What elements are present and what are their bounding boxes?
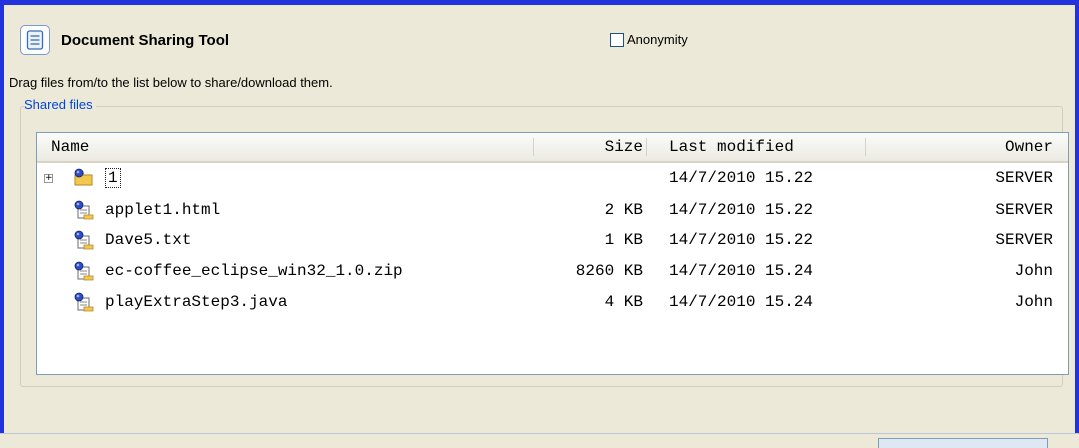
shared-file-icon bbox=[73, 230, 95, 250]
file-owner: SERVER bbox=[995, 231, 1053, 249]
file-name[interactable]: applet1.html bbox=[105, 195, 220, 225]
column-header-modified[interactable]: Last modified bbox=[669, 133, 794, 161]
file-size: 4 KB bbox=[604, 293, 643, 311]
table-header: Name Size Last modified Owner bbox=[37, 133, 1068, 163]
shared-file-icon bbox=[73, 292, 95, 312]
document-icon bbox=[20, 25, 50, 55]
file-modified: 14/7/2010 15.24 bbox=[669, 262, 814, 280]
status-bar-widget[interactable] bbox=[878, 438, 1048, 448]
shared-folder-icon bbox=[73, 168, 95, 188]
file-size: 2 KB bbox=[604, 201, 643, 219]
column-header-name[interactable]: Name bbox=[51, 133, 89, 161]
file-owner: John bbox=[1014, 293, 1053, 311]
file-owner: SERVER bbox=[995, 201, 1053, 219]
file-size: 8260 KB bbox=[575, 262, 643, 280]
app-title: Document Sharing Tool bbox=[61, 31, 230, 49]
file-owner: John bbox=[1014, 262, 1053, 280]
shared-files-list[interactable]: Name Size Last modified Owner + 1 14/7/2… bbox=[36, 132, 1069, 375]
file-name: 1 bbox=[105, 163, 121, 193]
shared-file-icon bbox=[73, 261, 95, 281]
expand-icon[interactable]: + bbox=[44, 174, 53, 183]
app-header: Document Sharing Tool bbox=[20, 25, 229, 55]
file-size: 1 KB bbox=[604, 231, 643, 249]
file-name[interactable]: playExtraStep3.java bbox=[105, 287, 287, 317]
table-row[interactable]: applet1.html 2 KB 14/7/2010 15.22 SERVER bbox=[37, 195, 1068, 225]
table-row[interactable]: ec-coffee_eclipse_win32_1.0.zip 8260 KB … bbox=[37, 256, 1068, 286]
shared-file-icon bbox=[73, 200, 95, 220]
application-window: Document Sharing Tool Anonymity Drag fil… bbox=[0, 0, 1079, 448]
column-divider[interactable] bbox=[865, 138, 866, 156]
file-name[interactable]: ec-coffee_eclipse_win32_1.0.zip bbox=[105, 256, 403, 286]
file-name[interactable]: Dave5.txt bbox=[105, 225, 191, 255]
column-header-owner[interactable]: Owner bbox=[1005, 133, 1053, 161]
file-modified: 14/7/2010 15.22 bbox=[669, 169, 814, 187]
instructions-text: Drag files from/to the list below to sha… bbox=[9, 75, 333, 90]
file-modified: 14/7/2010 15.22 bbox=[669, 201, 814, 219]
file-modified: 14/7/2010 15.22 bbox=[669, 231, 814, 249]
anonymity-label: Anonymity bbox=[627, 32, 688, 47]
file-owner: SERVER bbox=[995, 169, 1053, 187]
anonymity-toggle[interactable]: Anonymity bbox=[610, 32, 688, 47]
table-row[interactable]: Dave5.txt 1 KB 14/7/2010 15.22 SERVER bbox=[37, 225, 1068, 255]
file-name-text[interactable]: 1 bbox=[105, 168, 121, 188]
column-divider[interactable] bbox=[646, 138, 647, 156]
file-modified: 14/7/2010 15.24 bbox=[669, 293, 814, 311]
table-row[interactable]: + 1 14/7/2010 15.22 SERVER bbox=[37, 163, 1068, 193]
table-row[interactable]: playExtraStep3.java 4 KB 14/7/2010 15.24… bbox=[37, 287, 1068, 317]
group-title: Shared files bbox=[24, 97, 96, 112]
anonymity-checkbox[interactable] bbox=[610, 32, 624, 47]
column-header-size[interactable]: Size bbox=[605, 133, 643, 161]
column-divider[interactable] bbox=[533, 138, 534, 156]
